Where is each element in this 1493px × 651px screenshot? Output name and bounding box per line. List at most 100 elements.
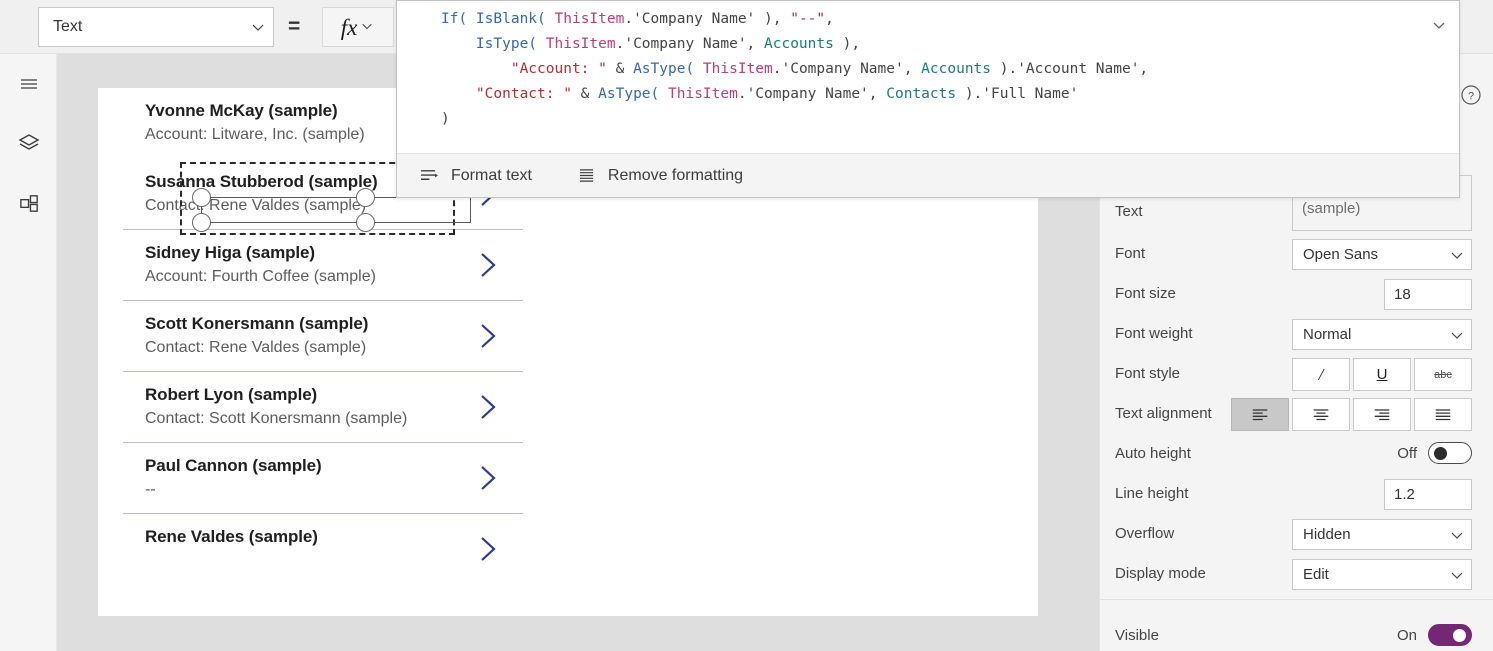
font-size-input[interactable]: 18 [1384,279,1472,310]
gallery-item-subtitle: -- [145,481,156,498]
property-row-visible: Visible On [1100,616,1493,651]
chevron-right-icon[interactable] [475,533,501,565]
overflow-dropdown[interactable]: Hidden [1292,519,1472,550]
property-label: Font [1115,245,1146,262]
remove-formatting-label: Remove formatting [607,166,744,184]
property-label: Font weight [1115,325,1193,342]
property-row-text-alignment: Text alignment [1100,394,1493,434]
font-dropdown[interactable]: Open Sans [1292,239,1472,270]
line-height-input[interactable]: 1.2 [1384,479,1472,510]
gallery-item-title: Rene Valdes (sample) [145,527,318,546]
hamburger-menu-icon[interactable] [14,69,44,99]
align-left-button[interactable] [1231,398,1289,431]
gallery-item[interactable]: Robert Lyon (sample) Contact: Scott Kone… [123,372,523,443]
align-right-button[interactable] [1353,398,1411,431]
visible-toggle-state: On [1396,626,1417,644]
property-row-font-style: Font style / U abc [1100,354,1493,394]
resize-handle-bottom-left[interactable] [192,213,211,232]
format-text-button[interactable]: Format text [419,167,532,185]
resize-handle-top-right[interactable] [356,188,375,207]
text-alignment-button-group [1231,398,1472,431]
format-text-icon [419,168,438,183]
chevron-down-icon [1450,568,1464,582]
property-label: Display mode [1115,565,1206,582]
italic-icon: / [1318,364,1324,384]
display-mode-dropdown[interactable]: Edit [1292,559,1472,590]
property-row-font-size: Font size 18 [1100,274,1493,314]
toggle-track [1428,442,1472,464]
left-rail [0,54,57,651]
strikethrough-button[interactable]: abc [1414,358,1472,391]
property-label: Auto height [1115,445,1191,462]
chevron-right-icon[interactable] [475,249,501,281]
toggle-track [1428,624,1472,646]
font-weight-dropdown[interactable]: Normal [1292,319,1472,350]
align-center-button[interactable] [1292,398,1350,431]
property-row-overflow: Overflow Hidden [1100,514,1493,554]
fx-button[interactable]: fx [322,7,394,47]
formula-footer-toolbar: Format text Remove formatting [397,153,1459,197]
property-row-line-height: Line height 1.2 [1100,474,1493,514]
underline-icon: U [1376,366,1388,383]
resize-handle-top-left[interactable] [192,188,211,207]
chevron-down-icon [1450,528,1464,542]
remove-formatting-button[interactable]: Remove formatting [578,167,743,185]
property-label: Line height [1115,485,1189,502]
underline-button[interactable]: U [1353,358,1411,391]
gallery-item-subtitle: Account: Fourth Coffee (sample) [145,268,376,285]
formula-editor-panel: If( IsBlank( ThisItem.'Company Name' ), … [396,0,1460,198]
property-label: Text alignment [1115,405,1212,422]
auto-height-toggle-state: Off [1397,444,1417,462]
auto-height-toggle[interactable]: Off [1397,442,1472,464]
overflow-value: Hidden [1303,526,1351,543]
property-selector-value: Text [53,18,83,35]
gallery-item[interactable]: Paul Cannon (sample) -- [123,443,523,514]
toggle-knob [1453,629,1466,642]
gallery-item[interactable]: Scott Konersmann (sample) Contact: Rene … [123,301,523,372]
equals-sign: = [288,15,301,38]
toggle-knob [1434,447,1447,460]
gallery-item-title: Paul Cannon (sample) [145,456,322,475]
property-row-text: Text Account: Litware, Inc. (sample) [1100,175,1493,232]
font-weight-value: Normal [1303,326,1352,343]
property-row-font-weight: Font weight Normal [1100,314,1493,354]
property-label: Overflow [1115,525,1175,542]
property-row-display-mode: Display mode Edit [1100,554,1493,594]
align-justify-button[interactable] [1414,398,1472,431]
property-selector-dropdown[interactable]: Text [38,7,274,47]
fx-icon: fx [340,14,358,40]
visible-toggle[interactable]: On [1397,624,1472,646]
chevron-right-icon[interactable] [475,462,501,494]
svg-text:?: ? [1468,91,1474,103]
property-row-font: Font Open Sans [1100,234,1493,274]
formula-text[interactable]: If( IsBlank( ThisItem.'Company Name' ), … [397,7,1459,132]
gallery-item-title: Scott Konersmann (sample) [145,314,369,333]
chevron-down-icon[interactable] [1431,17,1447,33]
chevron-down-icon [361,20,375,34]
property-row-auto-height: Auto height Off [1100,434,1493,474]
gallery-item-title: Sidney Higa (sample) [145,243,315,262]
display-mode-value: Edit [1303,566,1329,583]
chevron-right-icon[interactable] [475,320,501,352]
gallery-item-title: Robert Lyon (sample) [145,385,318,404]
gallery-item[interactable]: Sidney Higa (sample) Account: Fourth Cof… [123,230,523,301]
italic-button[interactable]: / [1292,358,1350,391]
remove-formatting-icon [578,168,595,183]
property-label: Visible [1115,627,1159,644]
gallery-item-subtitle: Contact: Rene Valdes (sample) [145,339,367,356]
property-label: Font size [1115,285,1176,302]
font-value: Open Sans [1303,246,1379,263]
tree-view-icon[interactable] [14,128,44,158]
formula-editor[interactable]: If( IsBlank( ThisItem.'Company Name' ), … [397,1,1459,154]
property-label: Font style [1115,365,1181,382]
resize-handle-bottom-right[interactable] [356,213,375,232]
chevron-right-icon[interactable] [475,391,501,423]
power-apps-studio: Text = fx Yvonne McKay (sample) Account:… [0,0,1493,651]
font-style-button-group: / U abc [1292,358,1472,391]
chevron-down-icon [1450,248,1464,262]
gallery-item-subtitle: Contact: Scott Konersmann (sample) [145,410,408,427]
property-label: Text [1115,203,1143,220]
insert-components-icon[interactable] [14,188,44,218]
help-circle-icon[interactable]: ? [1460,84,1482,106]
gallery-item[interactable]: Rene Valdes (sample) [123,514,523,585]
